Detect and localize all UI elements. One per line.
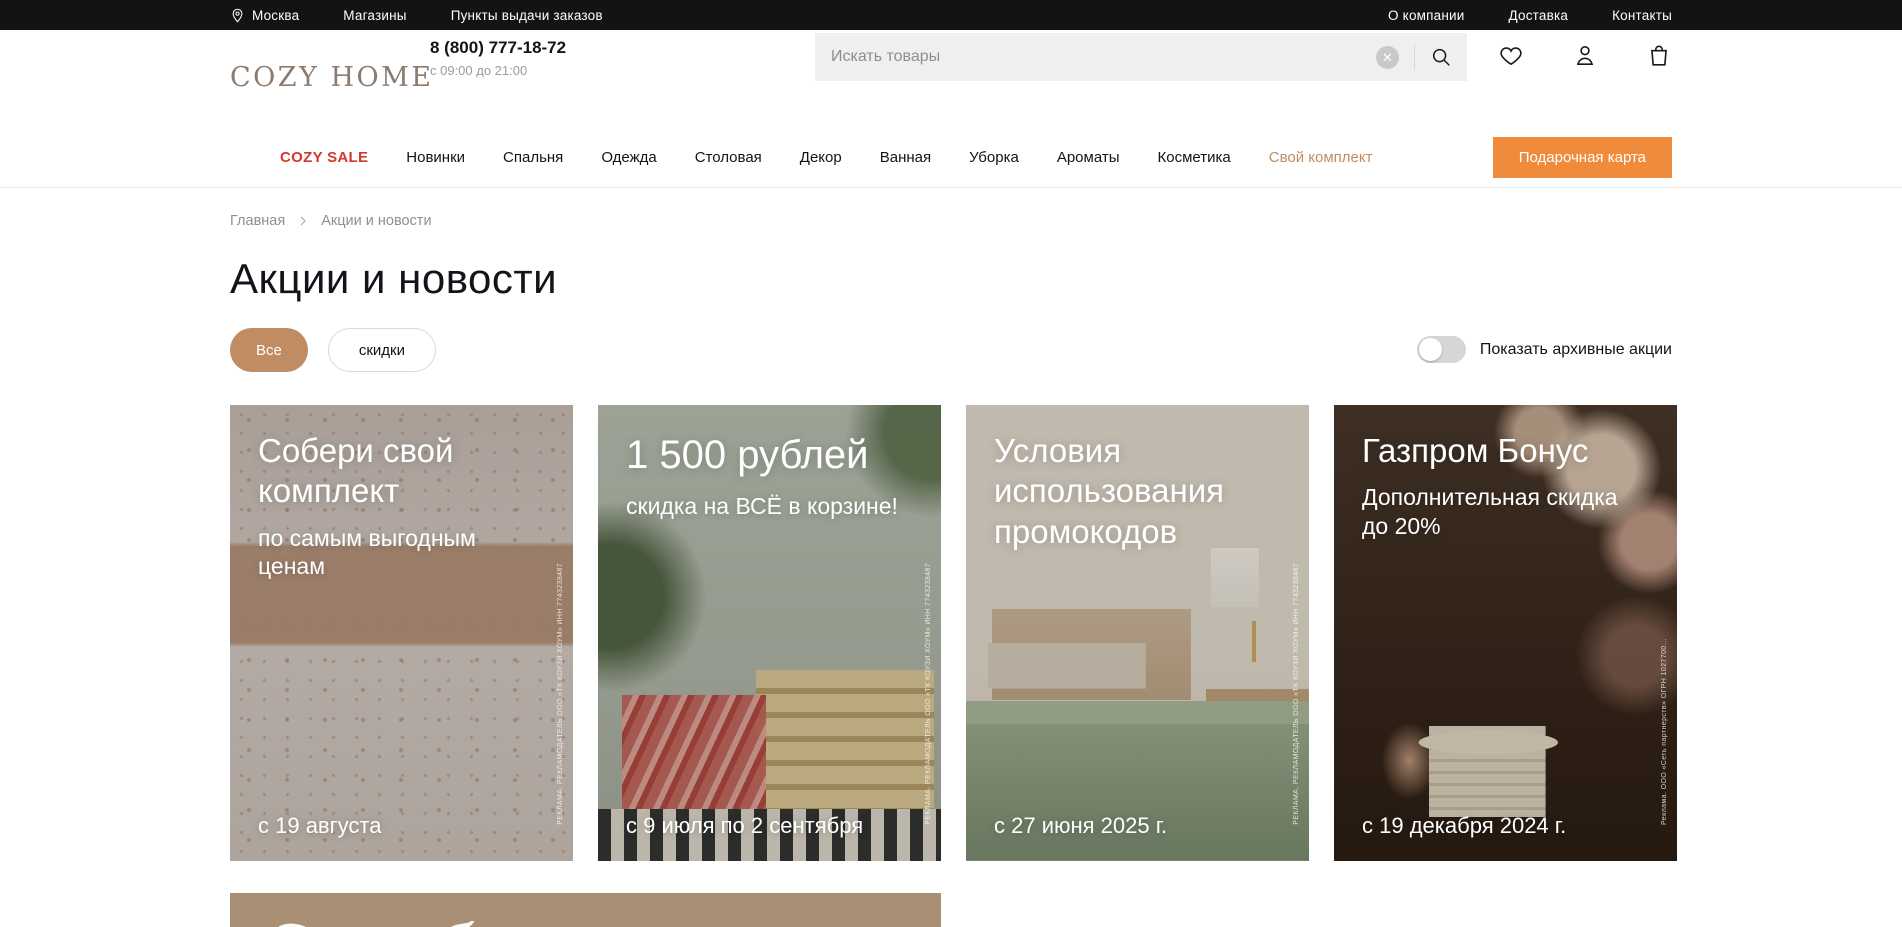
chevron-right-icon <box>297 215 309 227</box>
city-selector[interactable]: Москва <box>230 8 299 23</box>
breadcrumb-current: Акции и новости <box>321 213 431 229</box>
filter-all-button[interactable]: Все <box>230 328 308 372</box>
nav-item-bedroom[interactable]: Спальня <box>503 149 563 166</box>
page-title: Акции и новости <box>230 255 557 303</box>
card-headline: Собери свой комплект <box>258 431 545 512</box>
promo-card-1500-rubles[interactable]: 1 500 рублей скидка на ВСЁ в корзине! с … <box>598 405 941 861</box>
card-date: с 9 июля по 2 сентября <box>626 813 863 839</box>
archive-toggle-label: Показать архивные акции <box>1480 341 1672 359</box>
cart-bag-icon[interactable] <box>1646 42 1672 68</box>
search-bar: ✕ <box>815 33 1467 81</box>
breadcrumb-home[interactable]: Главная <box>230 213 285 229</box>
archive-toggle-row: Показать архивные акции <box>1417 336 1672 363</box>
topbar-link-pickup-points[interactable]: Пункты выдачи заказов <box>451 8 603 23</box>
nav-item-decor[interactable]: Декор <box>800 149 842 166</box>
nav-item-dining[interactable]: Столовая <box>695 149 762 166</box>
filter-pills: Все скидки <box>230 328 436 372</box>
user-account-icon[interactable] <box>1572 42 1598 68</box>
topbar-link-contacts[interactable]: Контакты <box>1612 8 1672 23</box>
phone-number[interactable]: 8 (800) 777-18-72 <box>430 38 566 58</box>
city-label: Москва <box>252 8 299 23</box>
card-subtitle: по самым выгодным ценам <box>258 524 545 582</box>
card-legal-disclaimer: РЕКЛАМА. РЕКЛАМОДАТЕЛЬ ООО «ТК КОУЗИ ХОУ… <box>924 563 933 825</box>
archive-toggle-switch[interactable] <box>1417 336 1466 363</box>
card-legal-disclaimer: РЕКЛАМА. РЕКЛАМОДАТЕЛЬ ООО «ТК КОУЗИ ХОУ… <box>1292 563 1301 825</box>
nav-item-cleaning[interactable]: Уборка <box>969 149 1019 166</box>
card-legal-disclaimer: Реклама. ООО «Сеть партнерств» ОГРН 1027… <box>1660 638 1669 825</box>
card-headline: Газпром Бонус <box>1362 431 1649 471</box>
site-header: COZY HOME 8 (800) 777-18-72 с 09:00 до 2… <box>0 30 1902 128</box>
promo-card-promocode-terms[interactable]: Условия использования промокодов с 27 ию… <box>966 405 1309 861</box>
search-clear-icon[interactable]: ✕ <box>1376 46 1399 69</box>
nav-item-own-set[interactable]: Свой комплект <box>1269 149 1373 166</box>
card-date: с 19 августа <box>258 813 381 839</box>
working-hours: с 09:00 до 21:00 <box>430 63 566 78</box>
wishlist-heart-icon[interactable] <box>1498 42 1524 68</box>
promo-card-grid: Собери свой комплект по самым выгодным ц… <box>230 405 1677 861</box>
breadcrumb: Главная Акции и новости <box>230 213 432 229</box>
logo[interactable]: COZY HOME <box>230 62 434 93</box>
card-headline: 1 500 рублей <box>626 431 913 480</box>
topbar-link-delivery[interactable]: Доставка <box>1509 8 1569 23</box>
search-icon[interactable] <box>1430 46 1452 68</box>
location-pin-icon <box>230 8 245 23</box>
card-subtitle: Дополнительная скидка до 20% <box>1362 483 1649 541</box>
promo-card-own-set[interactable]: Собери свой комплект по самым выгодным ц… <box>230 405 573 861</box>
nav-item-cosmetics[interactable]: Косметика <box>1158 149 1231 166</box>
promo-card-partial[interactable]: С б <box>230 893 941 927</box>
search-input[interactable] <box>815 48 1376 66</box>
nav-item-aromas[interactable]: Ароматы <box>1057 149 1120 166</box>
card-subtitle: скидка на ВСЁ в корзине! <box>626 492 913 521</box>
card-legal-disclaimer: РЕКЛАМА. РЕКЛАМОДАТЕЛЬ ООО «ТК КОУЗИ ХОУ… <box>556 563 565 825</box>
card-headline: Условия использования промокодов <box>994 431 1281 552</box>
search-divider <box>1414 44 1415 70</box>
gift-card-button[interactable]: Подарочная карта <box>1493 137 1672 178</box>
nav-item-bathroom[interactable]: Ванная <box>880 149 931 166</box>
top-utility-bar: Москва Магазины Пункты выдачи заказов О … <box>0 0 1902 30</box>
topbar-link-stores[interactable]: Магазины <box>343 8 406 23</box>
toggle-knob <box>1419 338 1442 361</box>
phone-block: 8 (800) 777-18-72 с 09:00 до 21:00 <box>430 38 566 78</box>
topbar-link-about[interactable]: О компании <box>1388 8 1464 23</box>
category-nav: COZY SALE Новинки Спальня Одежда Столова… <box>0 128 1902 188</box>
partial-headline-fragment: С <box>260 913 309 927</box>
promo-card-gazprom-bonus[interactable]: Газпром Бонус Дополнительная скидка до 2… <box>1334 405 1677 861</box>
nav-item-clothes[interactable]: Одежда <box>601 149 656 166</box>
filter-discounts-button[interactable]: скидки <box>328 328 436 372</box>
card-date: с 19 декабря 2024 г. <box>1362 813 1566 839</box>
partial-headline-fragment: б <box>435 913 474 927</box>
card-date: с 27 июня 2025 г. <box>994 813 1167 839</box>
nav-item-new[interactable]: Новинки <box>406 149 465 166</box>
nav-item-cozy-sale[interactable]: COZY SALE <box>280 149 368 166</box>
